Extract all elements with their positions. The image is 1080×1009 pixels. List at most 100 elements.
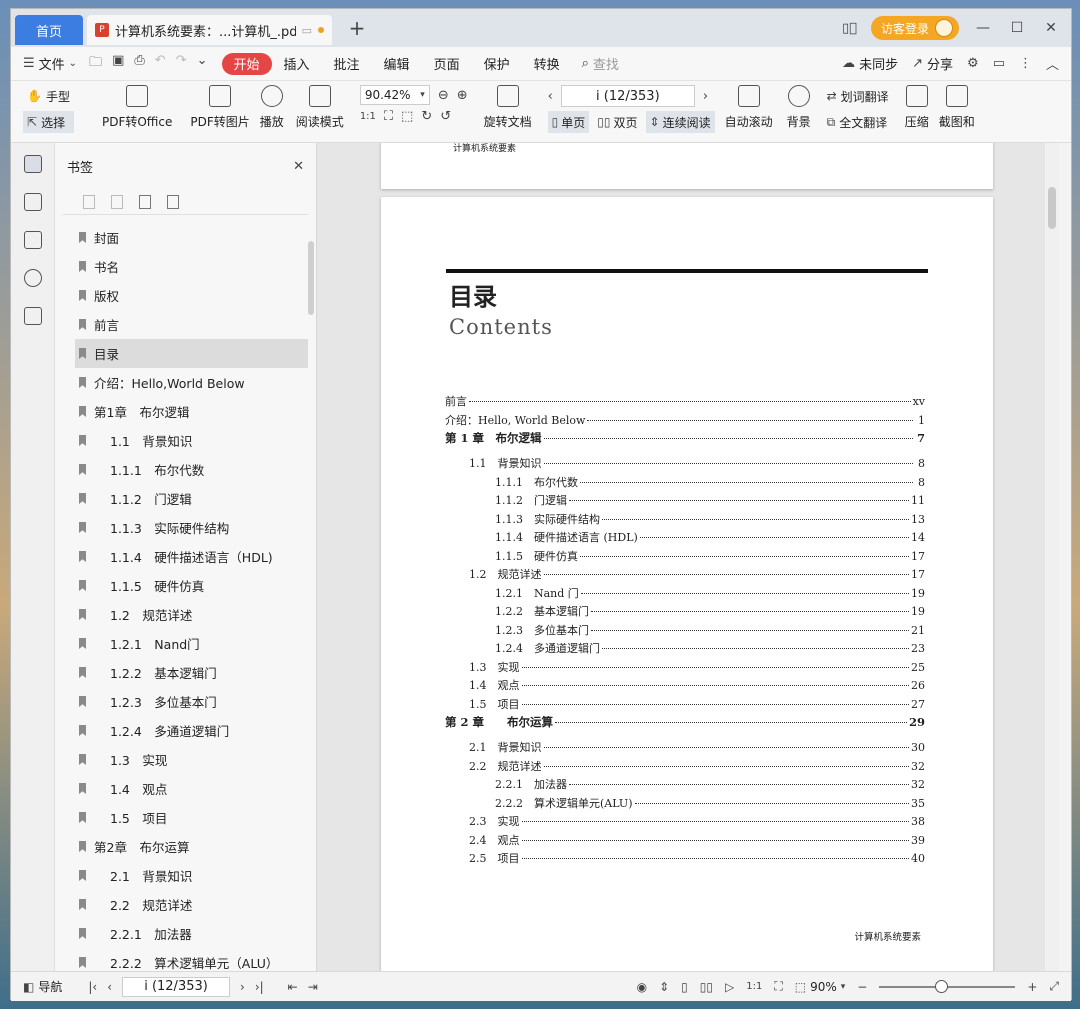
menu-start[interactable]: 开始 (221, 52, 272, 75)
fit-width-icon[interactable]: ⬚ (401, 109, 413, 124)
toc-entry[interactable]: 2.1 背景知识 30 (445, 739, 925, 758)
nav-toggle-button[interactable]: ◧ 导航 (23, 978, 62, 995)
screenshot-button[interactable]: 截图和 (939, 85, 975, 130)
zoom-slider-knob[interactable] (935, 979, 949, 993)
bookmark-item[interactable]: 1.1.1 布尔代数 (75, 455, 308, 484)
bookmark-item[interactable]: 书名 (75, 252, 308, 281)
pdf-to-image-button[interactable]: PDF转图片 (190, 85, 250, 130)
fit-page-icon[interactable]: ⛶ (384, 109, 393, 124)
document-scrollbar[interactable] (1045, 143, 1059, 971)
first-page-icon[interactable]: |‹ (88, 980, 97, 994)
signature-icon[interactable] (23, 307, 42, 325)
compress-button[interactable]: 压缩 (905, 85, 929, 130)
toc-entry[interactable]: 1.2.2 基本逻辑门 19 (445, 603, 925, 622)
back-icon[interactable]: ⇤ (288, 980, 298, 994)
toc-entry[interactable]: 2.3 实现 38 (445, 813, 925, 832)
continuous-status-icon[interactable]: ⇕ (659, 980, 669, 994)
toc-entry[interactable]: 1.1.4 硬件描述语言 (HDL) 14 (445, 529, 925, 548)
bookmark-item[interactable]: 2.1 背景知识 (75, 861, 308, 890)
pdf-to-office-button[interactable]: PDF转Office (102, 85, 172, 130)
fit-page-status-icon[interactable]: ⛶ (774, 979, 782, 994)
bookmark-item[interactable]: 1.3 实现 (75, 745, 308, 774)
document-scroll-thumb[interactable] (1048, 187, 1056, 229)
background-button[interactable]: 背景 (787, 85, 811, 130)
toc-entry[interactable]: 1.1.3 实际硬件结构 13 (445, 511, 925, 530)
document-viewport[interactable]: 计算机系统要素 目录 Contents 前言 xv 介绍：Hello, World … (317, 143, 1059, 971)
bookmark-item[interactable]: 2.2.2 算术逻辑单元（ALU） (75, 948, 308, 971)
toc-entry[interactable]: 1.4 观点 26 (445, 677, 925, 696)
menu-page[interactable]: 页面 (422, 53, 472, 75)
menu-protect[interactable]: 保护 (472, 53, 522, 75)
share-button[interactable]: ↗ 分享 (912, 54, 953, 73)
next-page-icon[interactable]: › (703, 89, 708, 104)
maximize-icon[interactable]: ☐ (1007, 20, 1027, 36)
monitor-icon[interactable]: ▭ (302, 24, 312, 37)
rotate-left-icon[interactable]: ↺ (440, 109, 451, 124)
toc-entry[interactable]: 1.2.4 多通道逻辑门 23 (445, 640, 925, 659)
toc-entry[interactable]: 1.2.1 Nand 门 19 (445, 585, 925, 604)
single-page-status-icon[interactable]: ▯ (681, 980, 688, 994)
toc-entry[interactable]: 1.5 项目 27 (445, 696, 925, 715)
thumbnail-icon[interactable] (23, 193, 42, 211)
sync-button[interactable]: ☁ 未同步 (842, 54, 898, 73)
word-translate-button[interactable]: ⇄ 划词翻译 (823, 85, 893, 107)
toc-entry[interactable]: 1.3 实现 25 (445, 659, 925, 678)
menu-insert[interactable]: 插入 (272, 53, 322, 75)
bookmark-item[interactable]: 版权 (75, 281, 308, 310)
zoom-out-icon[interactable]: ⊖ (438, 88, 449, 103)
auto-scroll-button[interactable]: 自动滚动 (725, 85, 773, 130)
save-icon[interactable]: ▣ (112, 53, 124, 75)
bookmark-item[interactable]: 1.2.1 Nand门 (75, 629, 308, 658)
bookmark-item[interactable]: 2.2 规范详述 (75, 890, 308, 919)
bookmark-item[interactable]: 1.1.5 硬件仿真 (75, 571, 308, 600)
zoom-slider[interactable] (879, 979, 1016, 993)
next-page-status-icon[interactable]: › (240, 980, 245, 994)
bookmark-item[interactable]: 1.2.2 基本逻辑门 (75, 658, 308, 687)
tab-home[interactable]: 首页 (15, 15, 83, 45)
comment-panel-icon[interactable] (23, 231, 42, 249)
bookmark-item[interactable]: 1.2.4 多通道逻辑门 (75, 716, 308, 745)
bookmark-panel-icon[interactable] (23, 155, 42, 173)
toc-entry[interactable]: 1.1.1 布尔代数 8 (445, 474, 925, 493)
settings-icon[interactable]: ⚙ (967, 56, 979, 71)
add-bookmark-icon[interactable] (83, 194, 95, 209)
bookmark-item[interactable]: 1.4 观点 (75, 774, 308, 803)
actual-size-icon[interactable]: 1:1 (360, 111, 376, 122)
bookmark-item[interactable]: 2.2.1 加法器 (75, 919, 308, 948)
bookmark-item[interactable]: 1.1 背景知识 (75, 426, 308, 455)
bookmark-item[interactable]: 1.1.4 硬件描述语言（HDL) (75, 542, 308, 571)
bookmark-item[interactable]: 第1章 布尔逻辑 (75, 397, 308, 426)
zoom-status-select[interactable]: ⬚ 90% ▾ (795, 980, 846, 994)
attachment-icon[interactable] (23, 269, 42, 287)
page-number-input[interactable]: i (12/353) (560, 85, 695, 107)
zoom-in-status-icon[interactable]: + (1027, 980, 1037, 994)
bookmark-item[interactable]: 1.1.3 实际硬件结构 (75, 513, 308, 542)
bookmark-item[interactable]: 第2章 布尔运算 (75, 832, 308, 861)
bookmark-item[interactable]: 介绍：Hello,World Below (75, 368, 308, 397)
continuous-read-button[interactable]: ⇕ 连续阅读 (645, 111, 715, 133)
tab-document[interactable]: P 计算机系统要素：...计算机_.pdf ▭ (87, 15, 332, 45)
actual-size-status-icon[interactable]: 1:1 (746, 981, 762, 992)
bookmark-item[interactable]: 1.5 项目 (75, 803, 308, 832)
undo-icon[interactable]: ↶ (155, 53, 166, 75)
delete-bookmark-icon[interactable] (111, 194, 123, 209)
print-icon[interactable]: ⎙ (134, 53, 144, 75)
toc-entry[interactable]: 第 1 章 布尔逻辑 7 (445, 430, 925, 455)
select-tool-button[interactable]: ⇱ 选择 (23, 111, 74, 133)
bookmark-add-child-icon[interactable] (139, 194, 151, 209)
toc-entry[interactable]: 介绍：Hello, World Below 1 (445, 412, 925, 431)
toc-entry[interactable]: 2.2.2 算术逻辑单元(ALU) 35 (445, 795, 925, 814)
comment-icon[interactable]: ▭ (993, 56, 1005, 71)
toc-entry[interactable]: 1.2.3 多位基本门 21 (445, 622, 925, 641)
guest-login-button[interactable]: 访客登录 (870, 16, 959, 40)
toc-entry[interactable]: 前言 xv (445, 393, 925, 412)
file-menu[interactable]: ☰ 文件 ⌄ (23, 54, 77, 73)
toc-entry[interactable]: 1.1 背景知识 8 (445, 455, 925, 474)
menu-convert[interactable]: 转换 (522, 53, 572, 75)
bookmark-item[interactable]: 前言 (75, 310, 308, 339)
toc-entry[interactable]: 1.2 规范详述 17 (445, 566, 925, 585)
toc-entry[interactable]: 2.2 规范详述 32 (445, 758, 925, 777)
toc-entry[interactable]: 2.4 观点 39 (445, 832, 925, 851)
bookmark-scrollbar[interactable] (308, 241, 314, 315)
toc-entry[interactable]: 1.1.5 硬件仿真 17 (445, 548, 925, 567)
